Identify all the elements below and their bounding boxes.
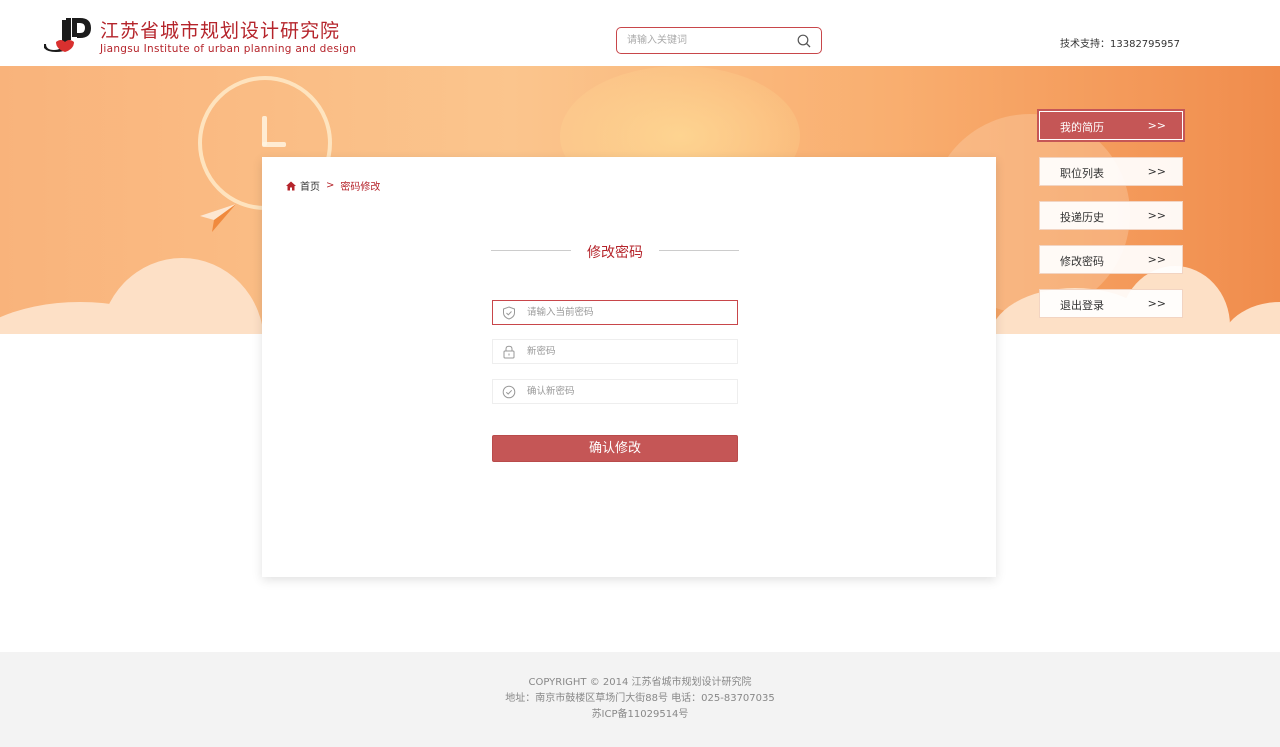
menu-item-logout[interactable]: 退出登录 >>: [1039, 289, 1183, 318]
form-title: 修改密码: [491, 241, 739, 261]
footer-address: 地址：南京市鼓楼区草场门大街88号 电话：025-83707035: [505, 693, 775, 704]
menu-item-label: 修改密码: [1060, 255, 1104, 268]
new-password-input[interactable]: [527, 343, 727, 360]
confirm-password-field: [492, 379, 738, 404]
search-input[interactable]: [627, 31, 787, 50]
current-password-field: [492, 300, 738, 325]
password-card: 首页 > 密码修改 修改密码 确认修改: [262, 157, 996, 577]
menu-item-my-resume[interactable]: 我的简历 >>: [1039, 111, 1183, 140]
current-password-input[interactable]: [527, 304, 727, 321]
lock-icon: [503, 345, 515, 359]
confirm-change-button[interactable]: 确认修改: [492, 435, 738, 462]
menu-item-job-list[interactable]: 职位列表 >>: [1039, 157, 1183, 186]
menu-arrow: >>: [1147, 119, 1166, 132]
check-circle-icon: [502, 385, 516, 399]
paper-plane-icon: [200, 204, 236, 232]
breadcrumb-home[interactable]: 首页: [300, 178, 320, 193]
home-icon: [286, 181, 296, 190]
divider: [659, 250, 739, 251]
shield-icon: [503, 306, 515, 320]
header: 江苏省城市规划设计研究院 Jiangsu Institute of urban …: [0, 0, 1280, 66]
menu-arrow: >>: [1147, 165, 1166, 178]
brand-name-en: Jiangsu Institute of urban planning and …: [100, 43, 357, 55]
tech-support: 技术支持：13382795957: [1060, 39, 1180, 50]
banner-cloud: [100, 258, 264, 334]
clock-hand: [262, 142, 286, 147]
footer-copyright: COPYRIGHT © 2014 江苏省城市规划设计研究院: [528, 677, 752, 688]
search-box: [616, 27, 822, 54]
search-icon[interactable]: [797, 34, 811, 48]
menu-item-application-history[interactable]: 投递历史 >>: [1039, 201, 1183, 230]
menu-item-label: 投递历史: [1060, 211, 1104, 224]
logo-icon[interactable]: [44, 18, 92, 52]
breadcrumb-separator: >: [326, 180, 335, 191]
brand-name-cn: 江苏省城市规划设计研究院: [100, 20, 341, 42]
menu-item-label: 退出登录: [1060, 299, 1104, 312]
menu-item-label: 职位列表: [1060, 167, 1104, 180]
breadcrumb-current: 密码修改: [340, 182, 381, 193]
menu-arrow: >>: [1147, 297, 1166, 310]
footer-icp[interactable]: 苏ICP备11029514号: [0, 707, 1280, 723]
menu-item-label: 我的简历: [1060, 121, 1104, 134]
breadcrumb: 首页 > 密码修改: [286, 178, 380, 193]
confirm-password-input[interactable]: [527, 383, 727, 400]
menu-item-change-password[interactable]: 修改密码 >>: [1039, 245, 1183, 274]
menu-arrow: >>: [1147, 253, 1166, 266]
new-password-field: [492, 339, 738, 364]
menu-arrow: >>: [1147, 209, 1166, 222]
footer: COPYRIGHT © 2014 江苏省城市规划设计研究院 地址：南京市鼓楼区草…: [0, 652, 1280, 747]
form-title-text: 修改密码: [587, 245, 643, 261]
